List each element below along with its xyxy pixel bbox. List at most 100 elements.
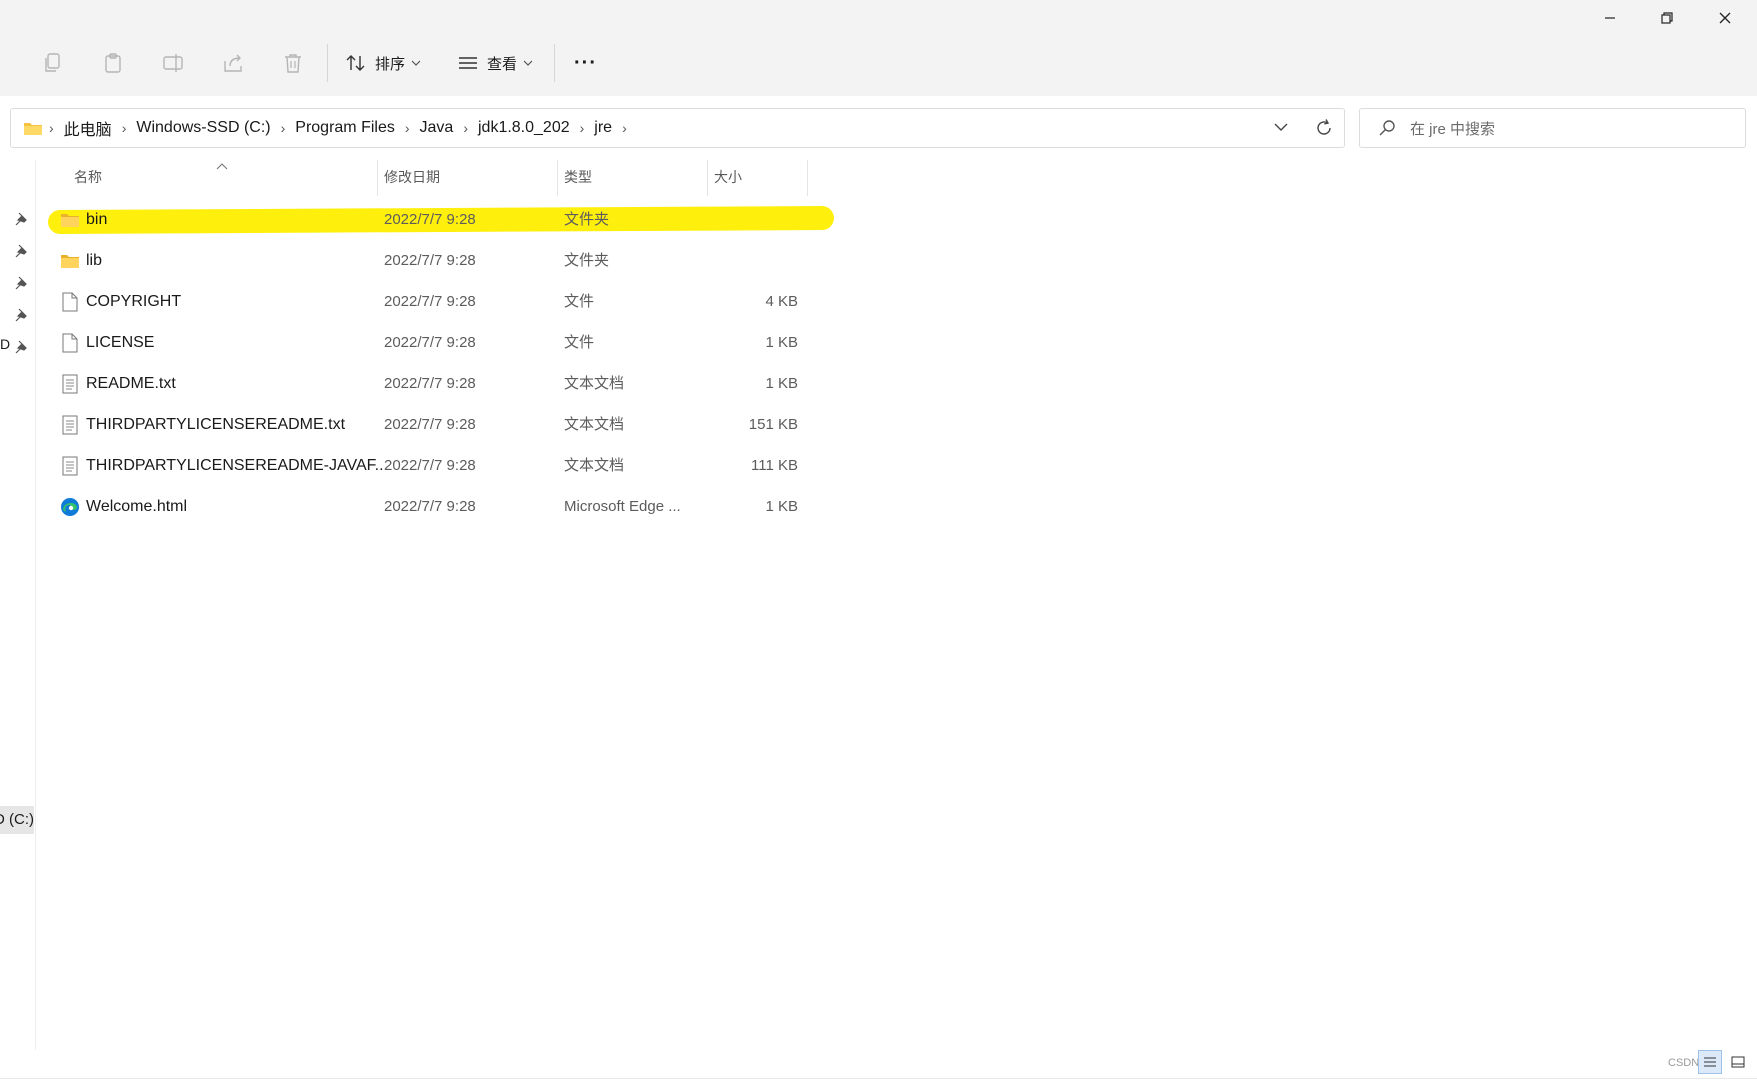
file-name: COPYRIGHT — [86, 293, 182, 310]
file-name: lib — [86, 252, 103, 269]
address-bar[interactable]: › 此电脑 › Windows-SSD (C:) › Program Files… — [10, 108, 1345, 148]
file-name: THIRDPARTYLICENSEREADME-JAVAF... — [86, 457, 388, 474]
chevron-down-icon — [411, 60, 421, 66]
nav-item-partial[interactable]: D — [0, 336, 10, 352]
file-date: 2022/7/7 9:28 — [384, 498, 476, 515]
file-date: 2022/7/7 9:28 — [384, 375, 476, 392]
pin-icon — [15, 276, 27, 290]
details-view-button[interactable] — [1698, 1050, 1722, 1074]
view-button[interactable]: 查看 — [457, 46, 533, 80]
column-divider[interactable] — [707, 160, 708, 196]
file-type: Microsoft Edge ... — [564, 498, 681, 515]
sort-button[interactable]: 排序 — [345, 46, 421, 80]
file-row-copyright[interactable]: COPYRIGHT 2022/7/7 9:28 文件 4 KB — [50, 282, 810, 322]
breadcrumb-item[interactable]: 此电脑 — [60, 116, 116, 140]
chevron-right-icon: › — [49, 120, 54, 136]
breadcrumb-item[interactable]: Program Files — [291, 119, 399, 137]
file-type: 文件夹 — [564, 211, 610, 228]
file-size: 151 KB — [748, 416, 798, 433]
breadcrumb-item[interactable]: jre — [590, 119, 616, 137]
close-button[interactable] — [1697, 0, 1753, 36]
column-divider[interactable] — [557, 160, 558, 196]
close-icon — [1719, 12, 1731, 24]
file-row-license[interactable]: LICENSE 2022/7/7 9:28 文件 1 KB — [50, 323, 810, 363]
pin-icon — [15, 212, 27, 226]
file-row-readme[interactable]: README.txt 2022/7/7 9:28 文本文档 1 KB — [50, 364, 810, 404]
file-size: 1 KB — [765, 375, 798, 392]
toolbar-separator — [327, 44, 328, 82]
file-row-welcome[interactable]: Welcome.html 2022/7/7 9:28 Microsoft Edg… — [50, 487, 810, 527]
breadcrumb-item[interactable]: jdk1.8.0_202 — [474, 119, 574, 137]
column-divider[interactable] — [807, 160, 808, 196]
tiles-view-icon — [1731, 1056, 1745, 1068]
pin-icon — [15, 244, 27, 258]
paste-icon — [105, 53, 121, 73]
file-size — [690, 241, 798, 281]
rename-button[interactable] — [160, 50, 186, 76]
folder-icon — [61, 255, 79, 268]
chevron-right-icon[interactable]: › — [616, 120, 633, 136]
column-header-date[interactable]: 修改日期 — [384, 158, 440, 196]
file-type: 文本文档 — [564, 457, 625, 474]
address-history-dropdown[interactable] — [1273, 119, 1289, 140]
restore-button[interactable] — [1639, 0, 1695, 36]
file-icon — [62, 333, 78, 353]
file-icon — [62, 292, 78, 312]
column-header-name[interactable]: 名称 — [74, 158, 102, 196]
paste-button[interactable] — [100, 50, 126, 76]
column-header-type[interactable]: 类型 — [564, 158, 592, 196]
pin-icon — [15, 340, 27, 354]
nav-item-drive-c[interactable]: D (C:) — [0, 806, 34, 834]
file-name: Welcome.html — [86, 498, 188, 515]
file-date: 2022/7/7 9:28 — [384, 293, 476, 310]
chevron-right-icon[interactable]: › — [574, 120, 591, 136]
share-icon — [224, 54, 242, 72]
file-name: THIRDPARTYLICENSEREADME.txt — [86, 416, 346, 433]
text-file-icon — [62, 374, 78, 394]
search-input[interactable] — [1408, 117, 1732, 141]
large-icons-view-button[interactable] — [1726, 1050, 1750, 1074]
file-type: 文件 — [564, 334, 595, 351]
command-bar-area — [0, 0, 1757, 96]
search-box[interactable] — [1359, 108, 1746, 148]
file-type: 文本文档 — [564, 416, 625, 433]
copy-icon — [45, 53, 60, 72]
toolbar-separator — [554, 44, 555, 82]
file-size — [690, 200, 798, 240]
chevron-down-icon — [523, 60, 533, 66]
trash-icon — [285, 54, 301, 73]
file-size: 4 KB — [765, 293, 798, 310]
copy-button[interactable] — [40, 50, 66, 76]
file-row-bin[interactable]: bin 2022/7/7 9:28 文件夹 — [50, 200, 810, 240]
file-type: 文件夹 — [564, 252, 610, 269]
file-name: bin — [86, 211, 108, 228]
share-button[interactable] — [220, 50, 246, 76]
search-icon — [1379, 120, 1395, 136]
chevron-right-icon[interactable]: › — [275, 120, 292, 136]
breadcrumb: › 此电脑 › Windows-SSD (C:) › Program Files… — [23, 109, 633, 147]
column-divider[interactable] — [377, 160, 378, 196]
breadcrumb-item[interactable]: Windows-SSD (C:) — [132, 119, 274, 137]
refresh-button[interactable] — [1314, 118, 1334, 143]
chevron-right-icon[interactable]: › — [457, 120, 474, 136]
breadcrumb-item[interactable]: Java — [416, 119, 458, 137]
file-name: README.txt — [86, 375, 176, 392]
watermark: CSDN — [1668, 1057, 1700, 1069]
more-options-button[interactable]: ··· — [574, 46, 597, 80]
file-row-lib[interactable]: lib 2022/7/7 9:28 文件夹 — [50, 241, 810, 281]
minimize-icon — [1605, 17, 1615, 19]
rename-icon — [163, 54, 183, 72]
column-header-date-label: 修改日期 — [384, 169, 440, 185]
restore-icon — [1661, 12, 1673, 24]
delete-button[interactable] — [280, 50, 306, 76]
file-row-thirdparty[interactable]: THIRDPARTYLICENSEREADME.txt 2022/7/7 9:2… — [50, 405, 810, 445]
edge-icon — [61, 498, 79, 516]
minimize-button[interactable] — [1582, 0, 1638, 36]
view-list-icon — [459, 57, 477, 69]
column-header-size[interactable]: 大小 — [714, 158, 742, 196]
file-row-thirdparty-javafx[interactable]: THIRDPARTYLICENSEREADME-JAVAF... 2022/7/… — [50, 446, 810, 486]
sort-icon — [346, 55, 365, 71]
chevron-right-icon[interactable]: › — [399, 120, 416, 136]
chevron-right-icon[interactable]: › — [116, 120, 133, 136]
file-size: 1 KB — [765, 498, 798, 515]
